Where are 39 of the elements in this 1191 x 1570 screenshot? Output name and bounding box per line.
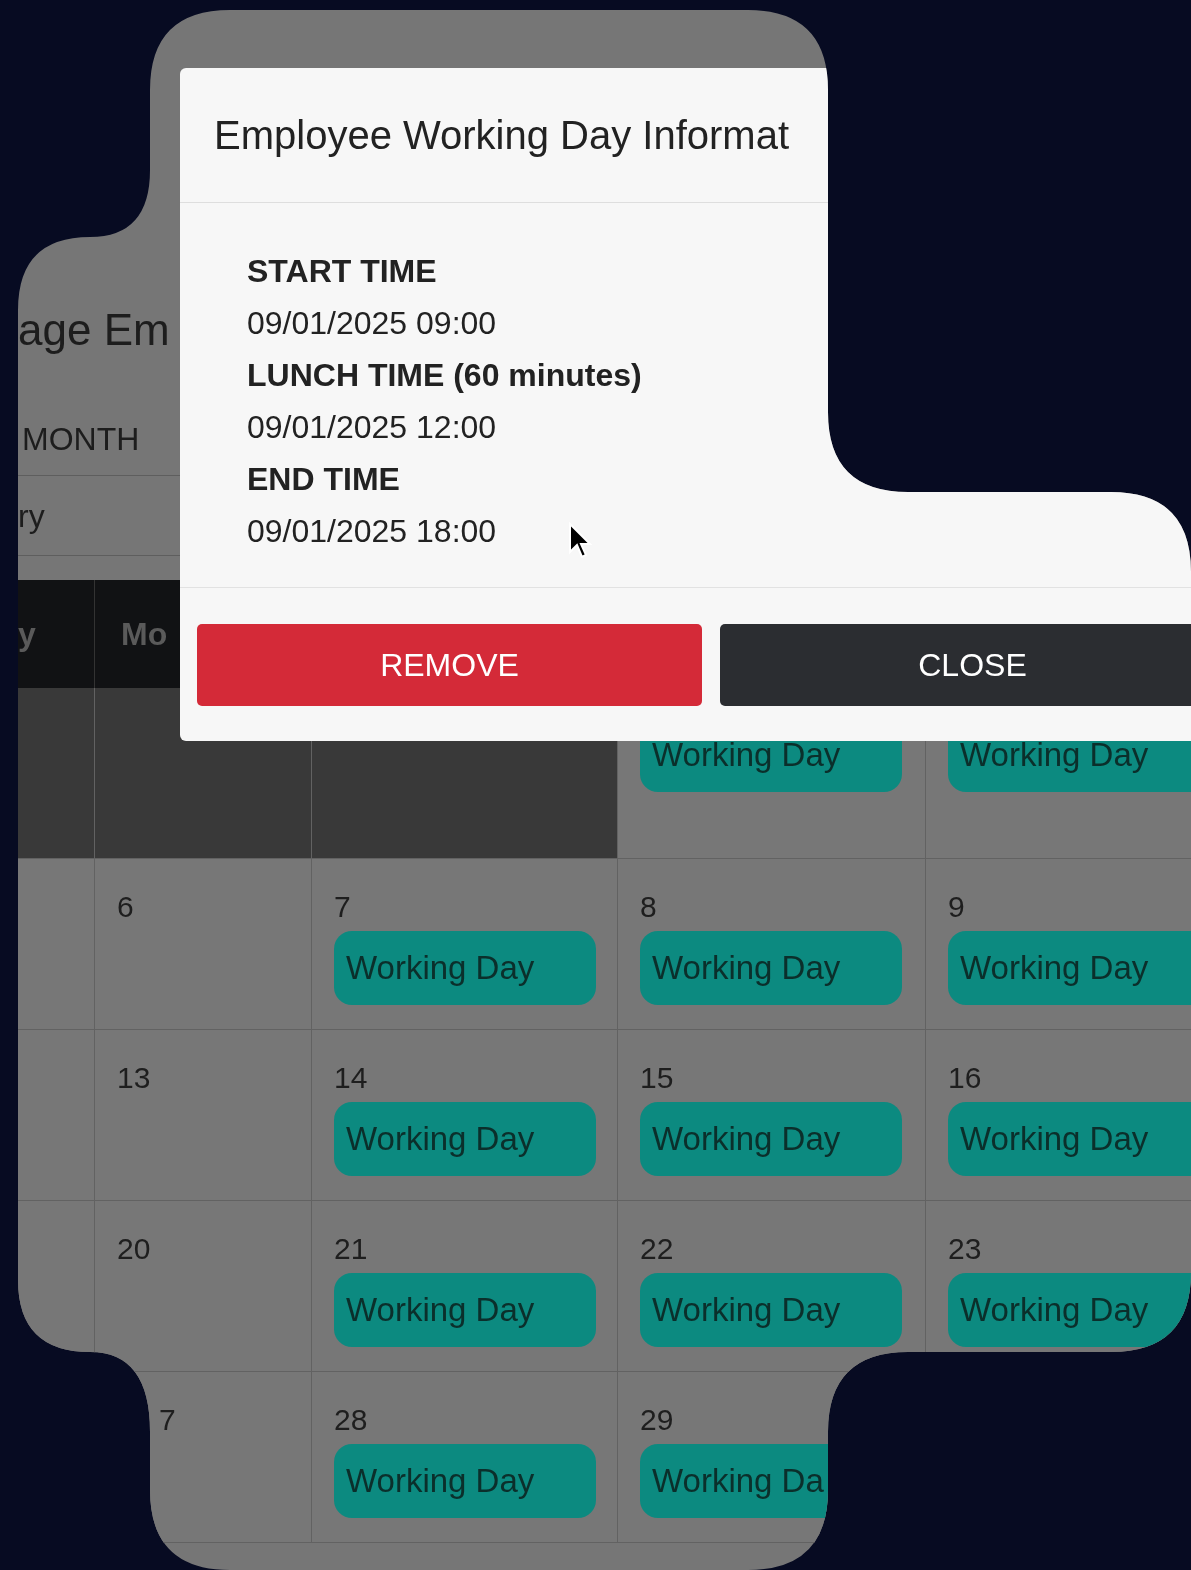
event-chip[interactable]: Working Day (640, 1273, 902, 1347)
field-label: END TIME (247, 460, 400, 499)
day-number: 20 (117, 1231, 151, 1267)
modal-title: Employee Working Day Informat (214, 112, 790, 159)
close-button[interactable]: CLOSE (720, 624, 1191, 706)
day-number: 16 (948, 1060, 982, 1096)
field-label: START TIME (247, 252, 437, 291)
day-number: 22 (640, 1231, 674, 1267)
field-label: LUNCH TIME (60 minutes) (247, 356, 642, 395)
day-number: 8 (640, 889, 657, 925)
day-number: 9 (948, 889, 965, 925)
event-chip[interactable]: Working Day (640, 931, 902, 1005)
view-tab[interactable]: MONTH (22, 414, 140, 463)
day-number: 14 (334, 1060, 368, 1096)
field-value: 09/01/2025 18:00 (247, 512, 497, 551)
event-chip[interactable]: Working Day (948, 1102, 1191, 1176)
day-number: 7 (334, 889, 351, 925)
filter-field[interactable]: ry (18, 491, 45, 540)
event-chip[interactable]: Working Day (948, 1273, 1191, 1347)
event-chip[interactable]: Working Day (334, 1444, 596, 1518)
day-number: 7 (159, 1402, 176, 1438)
field-value: 09/01/2025 09:00 (247, 304, 497, 343)
event-chip[interactable]: Working Day (334, 931, 596, 1005)
weekday-header: Mo (121, 615, 168, 654)
page-title: age Em (18, 304, 170, 356)
remove-button[interactable]: REMOVE (197, 624, 702, 706)
event-chip[interactable]: Working Day (640, 1102, 902, 1176)
event-chip[interactable]: Working Day (334, 1273, 596, 1347)
day-number: 29 (640, 1402, 674, 1438)
day-number: 23 (948, 1231, 982, 1267)
event-chip[interactable]: Working Day (334, 1102, 596, 1176)
day-number: 6 (117, 889, 134, 925)
weekday-header: y (18, 615, 36, 654)
event-chip[interactable]: Working Day (948, 931, 1191, 1005)
day-number: 13 (117, 1060, 151, 1096)
day-number: 28 (334, 1402, 368, 1438)
day-number: 15 (640, 1060, 674, 1096)
day-number: 21 (334, 1231, 368, 1267)
field-value: 09/01/2025 12:00 (247, 408, 497, 447)
